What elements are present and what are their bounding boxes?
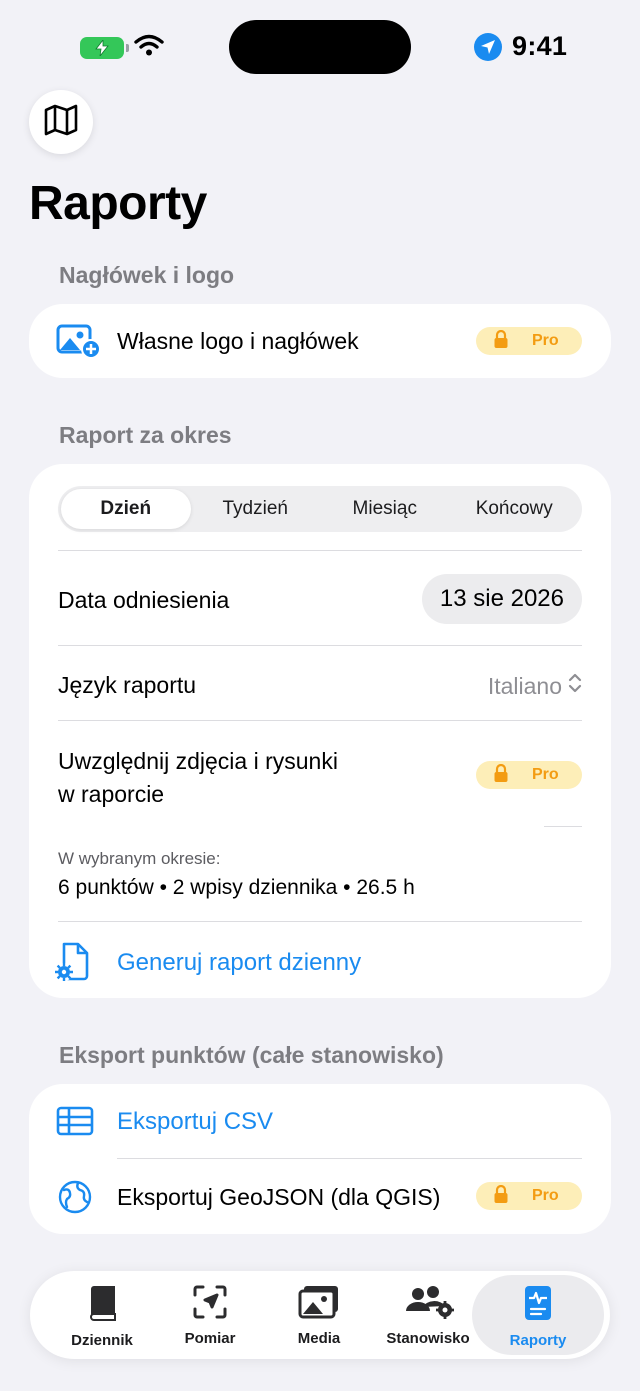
generate-daily-report-button[interactable]: Generuj raport dzienny	[117, 949, 361, 977]
table-icon	[56, 1106, 94, 1141]
summary-value: 6 punktów • 2 wpisy dziennika • 26.5 h	[58, 876, 415, 899]
divider	[58, 550, 582, 551]
lock-icon	[494, 763, 508, 787]
report-language-value: Italiano	[487, 672, 562, 699]
location-arrow-icon	[474, 32, 502, 61]
include-photos-label: Uwzględnij zdjęcia i rysunki w raporcie	[58, 748, 338, 807]
section-export-points: Eksport punktów (całe stanowisko)	[59, 1042, 444, 1068]
report-language-picker[interactable]: Italiano	[488, 672, 582, 700]
period-segmented-control[interactable]: Dzień Tydzień Miesiąc Końcowy	[58, 486, 582, 532]
report-period-card: Dzień Tydzień Miesiąc Końcowy Data odnie…	[29, 464, 611, 998]
report-icon	[524, 1285, 552, 1326]
dynamic-island	[229, 20, 411, 74]
tab-raporty[interactable]: Raporty	[472, 1275, 604, 1355]
chevron-up-down-icon	[568, 672, 582, 700]
team-settings-icon	[401, 1285, 455, 1324]
pro-badge: Pro	[476, 761, 582, 789]
divider	[58, 720, 582, 721]
clock: 9:41	[512, 31, 568, 61]
segment-week[interactable]: Tydzień	[191, 489, 321, 529]
report-language-label: Język raportu	[58, 672, 197, 698]
lock-icon	[494, 1184, 508, 1208]
custom-logo-row[interactable]: Własne logo i nagłówek	[117, 328, 359, 355]
pro-badge: Pro	[476, 327, 582, 355]
tab-media[interactable]: Media	[264, 1271, 374, 1359]
lock-icon	[494, 329, 508, 353]
header-logo-card: Własne logo i nagłówek Pro	[29, 304, 611, 378]
section-header-logo: Nagłówek i logo	[59, 262, 235, 288]
export-card: Eksportuj CSV Eksportuj GeoJSON (dla QGI…	[29, 1084, 611, 1234]
page-title: Raporty	[29, 177, 207, 230]
status-left	[80, 34, 164, 61]
divider	[544, 826, 582, 827]
divider	[58, 645, 582, 646]
divider	[58, 921, 582, 922]
document-gear-icon	[54, 942, 92, 987]
reference-date-label: Data odniesienia	[58, 587, 230, 613]
section-report-period: Raport za okres	[59, 422, 232, 448]
divider	[117, 1158, 582, 1159]
map-icon	[44, 104, 78, 141]
export-csv-button[interactable]: Eksportuj CSV	[117, 1108, 273, 1136]
export-geojson-button[interactable]: Eksportuj GeoJSON (dla QGIS)	[117, 1184, 440, 1211]
measure-icon	[193, 1285, 227, 1324]
segment-final[interactable]: Końcowy	[450, 489, 580, 529]
map-button[interactable]	[29, 90, 93, 154]
battery-charging-icon	[80, 36, 129, 59]
photos-icon	[298, 1285, 340, 1324]
book-icon	[87, 1285, 117, 1326]
summary-caption: W wybranym okresie:	[58, 849, 221, 868]
globe-icon	[58, 1180, 92, 1219]
segment-month[interactable]: Miesiąc	[320, 489, 450, 529]
tab-stanowisko[interactable]: Stanowisko	[373, 1271, 483, 1359]
wifi-icon	[134, 34, 164, 61]
tab-dziennik[interactable]: Dziennik	[47, 1271, 157, 1359]
image-add-icon	[56, 324, 102, 365]
tab-bar: Dziennik Pomiar Media Stanowisko Raporty	[30, 1271, 610, 1359]
pro-badge: Pro	[476, 1182, 582, 1210]
reference-date-picker[interactable]: 13 sie 2026	[421, 574, 582, 624]
tab-pomiar[interactable]: Pomiar	[155, 1271, 265, 1359]
status-right: 9:41	[474, 31, 567, 62]
segment-day[interactable]: Dzień	[61, 489, 191, 529]
